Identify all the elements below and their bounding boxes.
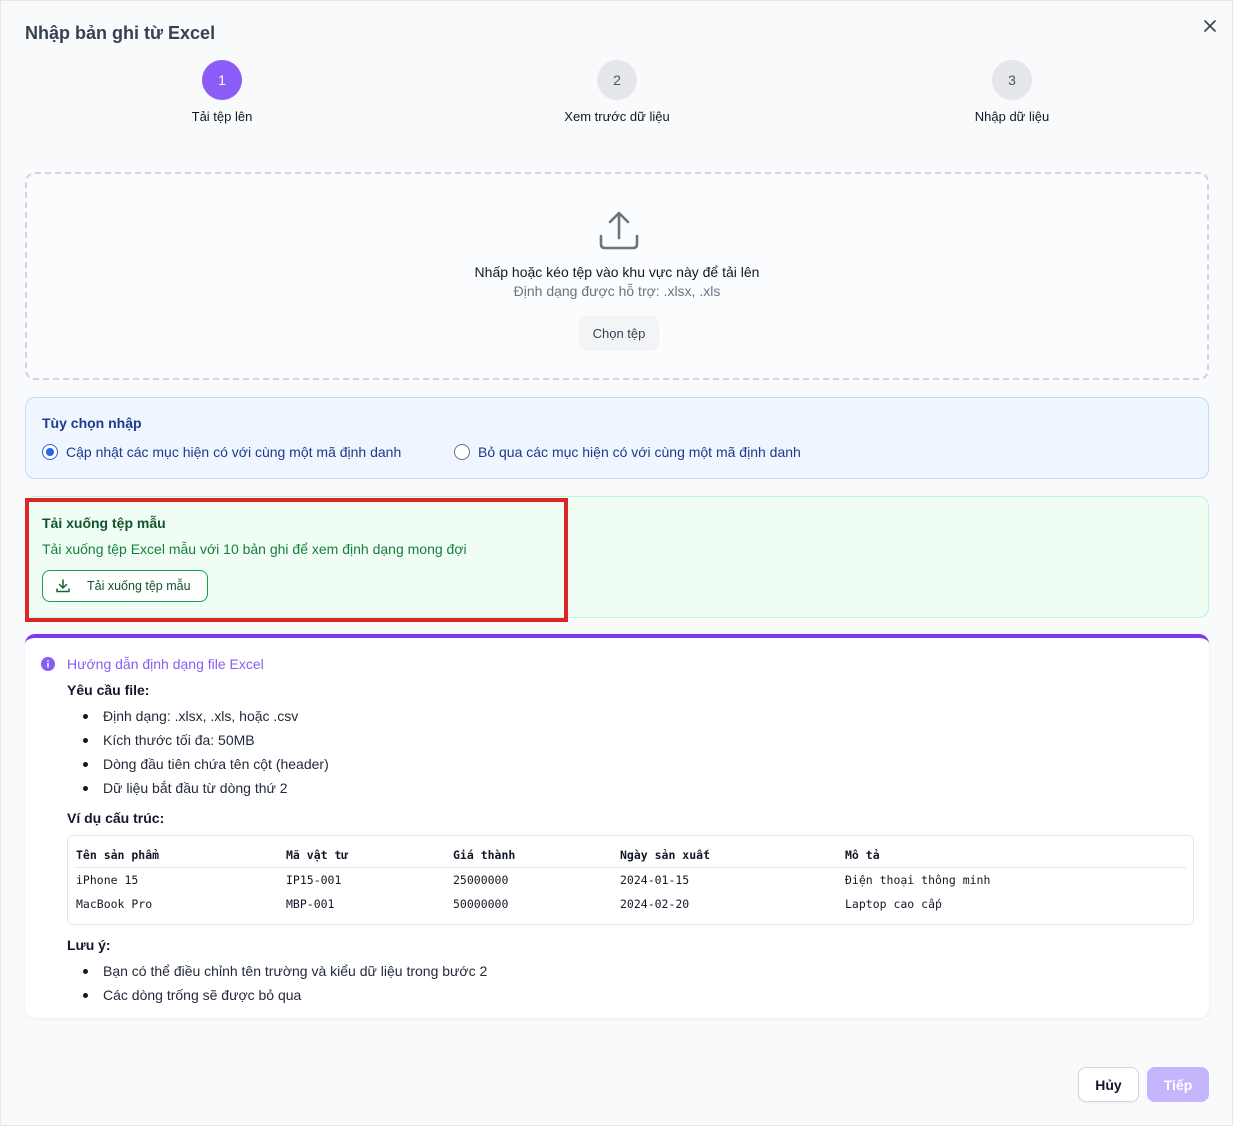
list-item: Các dòng trống sẽ được bỏ qua — [83, 983, 487, 1007]
import-dialog: Nhập bản ghi từ Excel 1 Tải tệp lên 2 Xe… — [0, 0, 1233, 1126]
info-icon — [41, 657, 55, 671]
notes-list: Bạn có thể điều chỉnh tên trường và kiểu… — [83, 959, 487, 1007]
option-label: Cập nhật các mục hiện có với cùng một mã… — [66, 444, 402, 460]
format-guide-panel: Hướng dẫn định dạng file Excel Yêu cầu f… — [25, 634, 1209, 1018]
close-button[interactable] — [1199, 15, 1221, 37]
template-description: Tải xuống tệp Excel mẫu với 10 bản ghi đ… — [42, 541, 467, 557]
example-table: Tên sản phẩm Mã vật tư Giá thành Ngày sả… — [67, 835, 1194, 925]
guide-title-text: Hướng dẫn định dạng file Excel — [67, 656, 264, 672]
table-cell: MacBook Pro — [76, 897, 153, 911]
table-cell: 50000000 — [453, 897, 509, 911]
option-label: Bỏ qua các mục hiện có với cùng một mã đ… — [478, 444, 801, 460]
template-download-panel: Tải xuống tệp mẫu Tải xuống tệp Excel mẫ… — [25, 496, 1209, 618]
step-label: Xem trước dữ liệu — [564, 109, 670, 124]
template-heading: Tải xuống tệp mẫu — [42, 515, 166, 531]
download-template-label: Tải xuống tệp mẫu — [87, 579, 191, 593]
step-number: 1 — [202, 60, 242, 100]
step-label: Tải tệp lên — [191, 109, 253, 124]
table-row: iPhone 15 IP15-001 25000000 2024-01-15 Đ… — [68, 869, 1193, 893]
list-item: Dữ liệu bắt đầu từ dòng thứ 2 — [83, 776, 329, 800]
step-number: 2 — [597, 60, 637, 100]
table-cell: IP15-001 — [286, 873, 342, 887]
example-heading: Ví dụ cấu trúc: — [67, 810, 165, 826]
requirements-list: Định dạng: .xlsx, .xls, hoặc .csv Kích t… — [83, 704, 329, 800]
table-header-cell: Ngày sản xuất — [620, 848, 711, 862]
table-cell: iPhone 15 — [76, 873, 139, 887]
choose-file-button[interactable]: Chọn tệp — [579, 316, 659, 350]
download-icon — [56, 579, 70, 593]
next-button[interactable]: Tiếp — [1147, 1067, 1209, 1102]
option-skip-existing[interactable]: Bỏ qua các mục hiện có với cùng một mã đ… — [454, 444, 801, 460]
guide-title: Hướng dẫn định dạng file Excel — [41, 656, 264, 672]
requirements-heading: Yêu cầu file: — [67, 682, 150, 698]
cancel-button[interactable]: Hủy — [1078, 1067, 1139, 1102]
upload-dropzone[interactable]: Nhấp hoặc kéo tệp vào khu vực này để tải… — [25, 172, 1209, 380]
table-cell: 2024-01-15 — [620, 873, 690, 887]
close-icon — [1204, 20, 1216, 32]
table-cell: MBP-001 — [286, 897, 335, 911]
table-row: MacBook Pro MBP-001 50000000 2024-02-20 … — [68, 893, 1193, 917]
step-upload: 1 Tải tệp lên — [122, 60, 322, 124]
upload-formats: Định dạng được hỗ trợ: .xlsx, .xls — [513, 283, 721, 299]
notes-heading: Lưu ý: — [67, 937, 111, 953]
import-options-panel: Tùy chọn nhập Cập nhật các mục hiện có v… — [25, 397, 1209, 479]
option-update-existing[interactable]: Cập nhật các mục hiện có với cùng một mã… — [42, 444, 401, 460]
radio-unchecked[interactable] — [454, 444, 470, 460]
upload-icon — [599, 211, 639, 250]
import-options-heading: Tùy chọn nhập — [42, 415, 142, 431]
dialog-title: Nhập bản ghi từ Excel — [25, 23, 216, 43]
download-template-button[interactable]: Tải xuống tệp mẫu — [42, 570, 208, 602]
step-label: Nhập dữ liệu — [974, 109, 1050, 124]
table-cell: Laptop cao cấp — [845, 897, 942, 911]
table-cell: 2024-02-20 — [620, 897, 690, 911]
list-item: Bạn có thể điều chỉnh tên trường và kiểu… — [83, 959, 487, 983]
list-item: Dòng đầu tiên chứa tên cột (header) — [83, 752, 329, 776]
table-header-row: Tên sản phẩm Mã vật tư Giá thành Ngày sả… — [76, 844, 1186, 868]
table-header-cell: Mã vật tư — [286, 848, 349, 862]
list-item: Kích thước tối đa: 50MB — [83, 728, 329, 752]
step-import: 3 Nhập dữ liệu — [912, 60, 1112, 124]
table-cell: 25000000 — [453, 873, 509, 887]
table-header-cell: Giá thành — [453, 848, 516, 862]
upload-prompt: Nhấp hoặc kéo tệp vào khu vực này để tải… — [474, 264, 760, 280]
table-header-cell: Tên sản phẩm — [76, 848, 160, 862]
table-cell: Điện thoại thông minh — [845, 873, 991, 887]
table-header-cell: Mô tả — [845, 848, 880, 862]
radio-checked[interactable] — [42, 444, 58, 460]
step-preview: 2 Xem trước dữ liệu — [517, 60, 717, 124]
step-number: 3 — [992, 60, 1032, 100]
list-item: Định dạng: .xlsx, .xls, hoặc .csv — [83, 704, 329, 728]
